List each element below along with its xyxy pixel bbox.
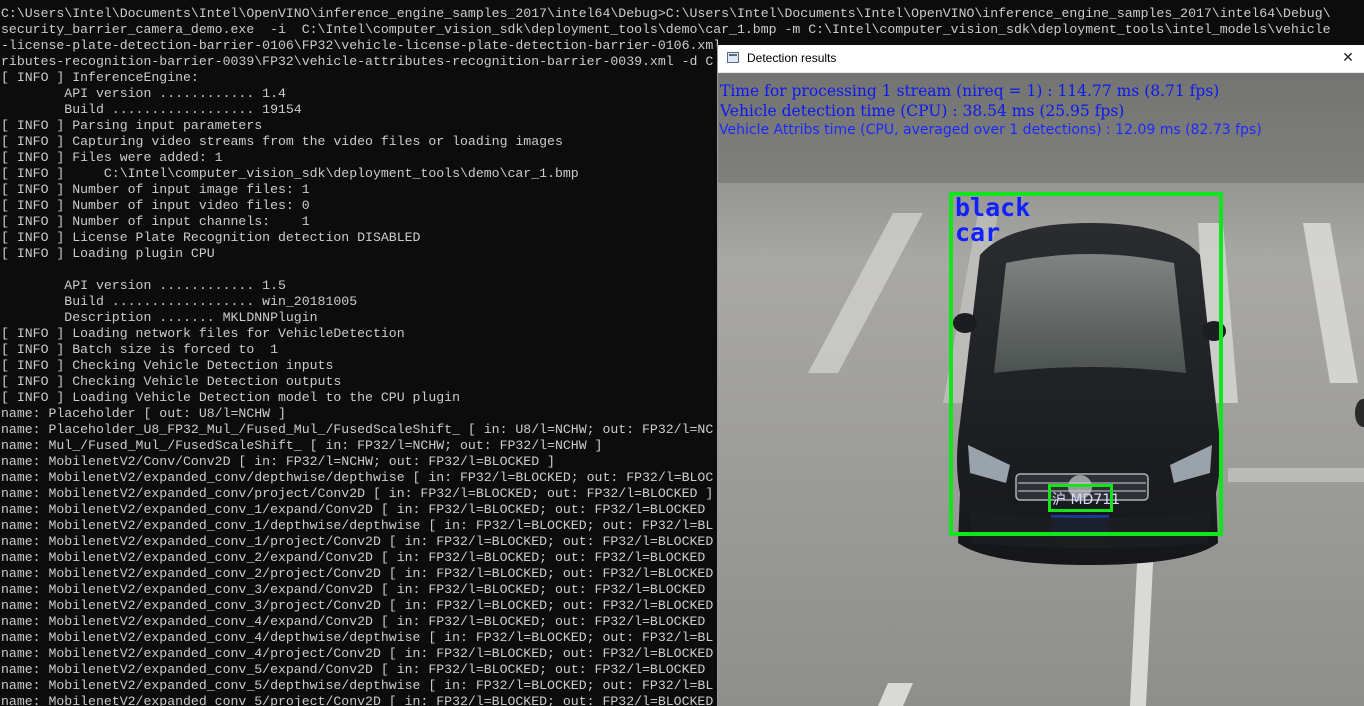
window-title: Detection results: [747, 51, 837, 65]
console-line: security_barrier_camera_demo.exe -i C:\I…: [1, 22, 1331, 37]
vehicle-detection-time-text: Vehicle detection time (CPU) : 38.54 ms …: [720, 102, 1125, 120]
license-plate-text: 沪 MD711: [1052, 492, 1121, 508]
vehicle-attribs-time-text: Vehicle Attribs time (CPU, averaged over…: [719, 122, 1262, 138]
stop-line: [1228, 468, 1364, 482]
detection-results-window[interactable]: Detection results ✕ Time for processing …: [717, 45, 1364, 706]
close-button[interactable]: ✕: [1331, 45, 1364, 72]
window-titlebar[interactable]: Detection results ✕: [718, 45, 1364, 73]
vehicle-attribute-label: black car: [955, 193, 1031, 247]
processing-time-text: Time for processing 1 stream (nireq = 1)…: [720, 82, 1220, 100]
console-line: C:\Users\Intel\Documents\Intel\OpenVINO\…: [1, 6, 1331, 21]
app-window-icon: [727, 52, 739, 63]
